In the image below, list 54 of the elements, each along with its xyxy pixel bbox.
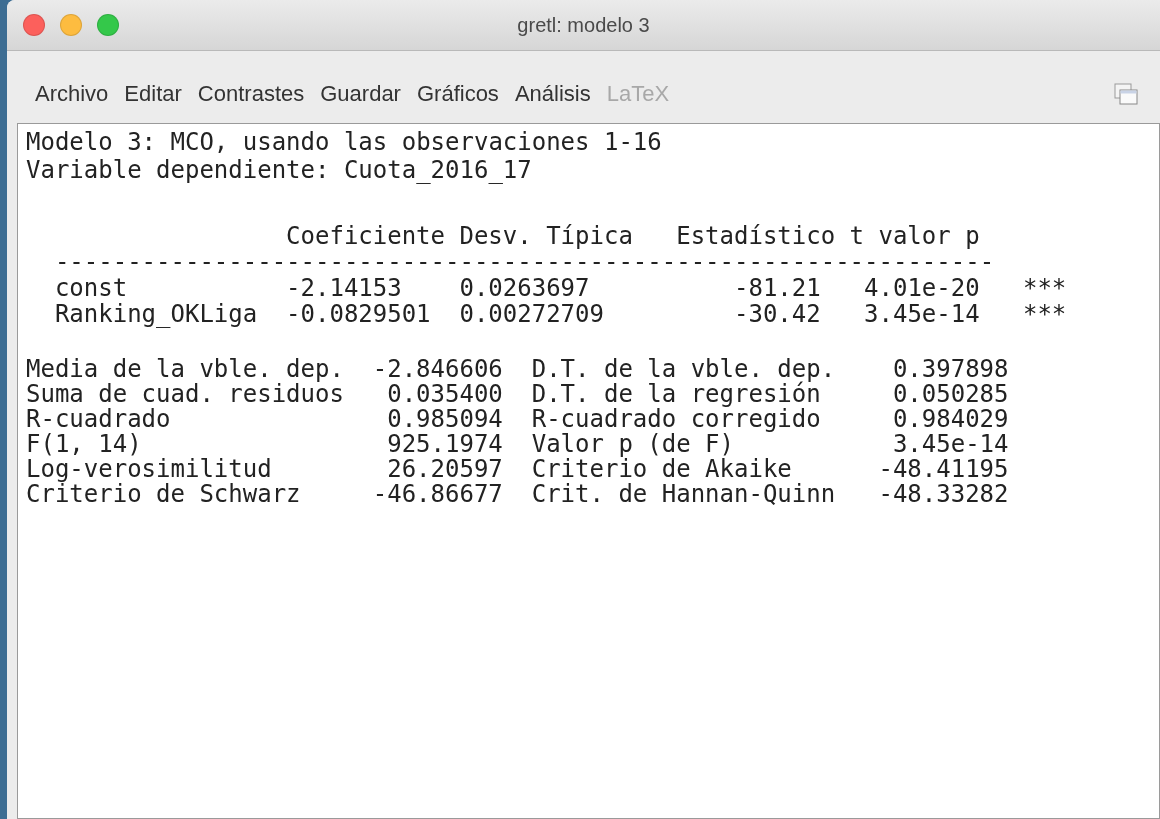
stat-label: Criterio de Schwarz [26,482,301,507]
stat-label: Criterio de Akaike [531,457,792,482]
table-cell: 3.45e-14 [864,302,980,327]
stat-label: D.T. de la vble. dep. [531,357,836,382]
minimize-button[interactable] [60,14,82,36]
menu-item[interactable]: Editar [116,81,190,107]
stat-label: Media de la vble. dep. [26,357,344,382]
table-cell: 4.01e-20 [864,276,980,301]
stat-label: R-cuadrado [26,407,171,432]
stat-label: Log-verosimilitud [26,457,272,482]
stat-value: -48.41195 [878,457,1009,482]
table-cell-text: -30.42 [733,302,821,327]
menu-item[interactable]: Contrastes [189,81,313,107]
table-cell: -2.14153 [286,276,402,301]
stat-value: 0.035400 [387,382,503,407]
column-header: Estadístico t [676,224,865,249]
stat-value: 925.1974 [387,432,503,457]
table-cell: 0.00272709 [459,302,604,327]
close-button[interactable] [23,14,45,36]
table-cell-text: -81.21 [733,276,821,301]
window-title: gretl: modelo 3 [517,13,650,37]
menu-item[interactable]: Gráficos [408,81,507,107]
column-header: Coeficiente [286,224,446,249]
table-cell: 0.0263697 [459,276,590,301]
stat-value: -2.846606 [372,357,503,382]
column-header: valor p [877,224,980,249]
stat-value: 3.45e-14 [892,432,1009,457]
output-line: Modelo 3: MCO, usando las observaciones 1-16 [26,130,663,158]
menu-item[interactable]: Guardar [312,81,409,107]
variable-name: const [54,276,128,301]
stat-value: 0.984029 [892,407,1009,432]
stat-label: Valor p (de F) [531,432,734,457]
output-line: Variable dependiente: Cuota_2016_17 [26,158,533,186]
menu-item[interactable]: Análisis [506,81,599,107]
stat-label: Crit. de Hannan-Quinn [531,482,836,507]
stat-label: F(1, 14) [26,432,142,457]
menu-item[interactable]: Archivo [27,81,117,107]
stat-value: 0.985094 [387,407,503,432]
stat-value: 0.397898 [892,357,1009,382]
stat-label: R-cuadrado corregido [531,407,821,432]
zoom-button[interactable] [97,14,119,36]
dashed-rule: ----------------------------------------------------------------- [54,250,995,275]
stat-label: D.T. de la regresión [531,382,821,407]
stat-label: Suma de cuad. residuos [26,382,344,407]
stat-value: -46.86677 [372,482,503,507]
column-header: Desv. Típica [459,224,633,249]
significance-stars: *** [1021,276,1067,301]
stat-value: 26.20597 [387,457,503,482]
table-cell: -0.0829501 [286,302,431,327]
variable-name: Ranking_OKLiga [54,302,258,327]
significance-stars: *** [1021,302,1067,327]
stat-value: -48.33282 [878,482,1009,507]
stat-value: 0.050285 [892,382,1009,407]
windows-icon[interactable] [1114,83,1138,105]
